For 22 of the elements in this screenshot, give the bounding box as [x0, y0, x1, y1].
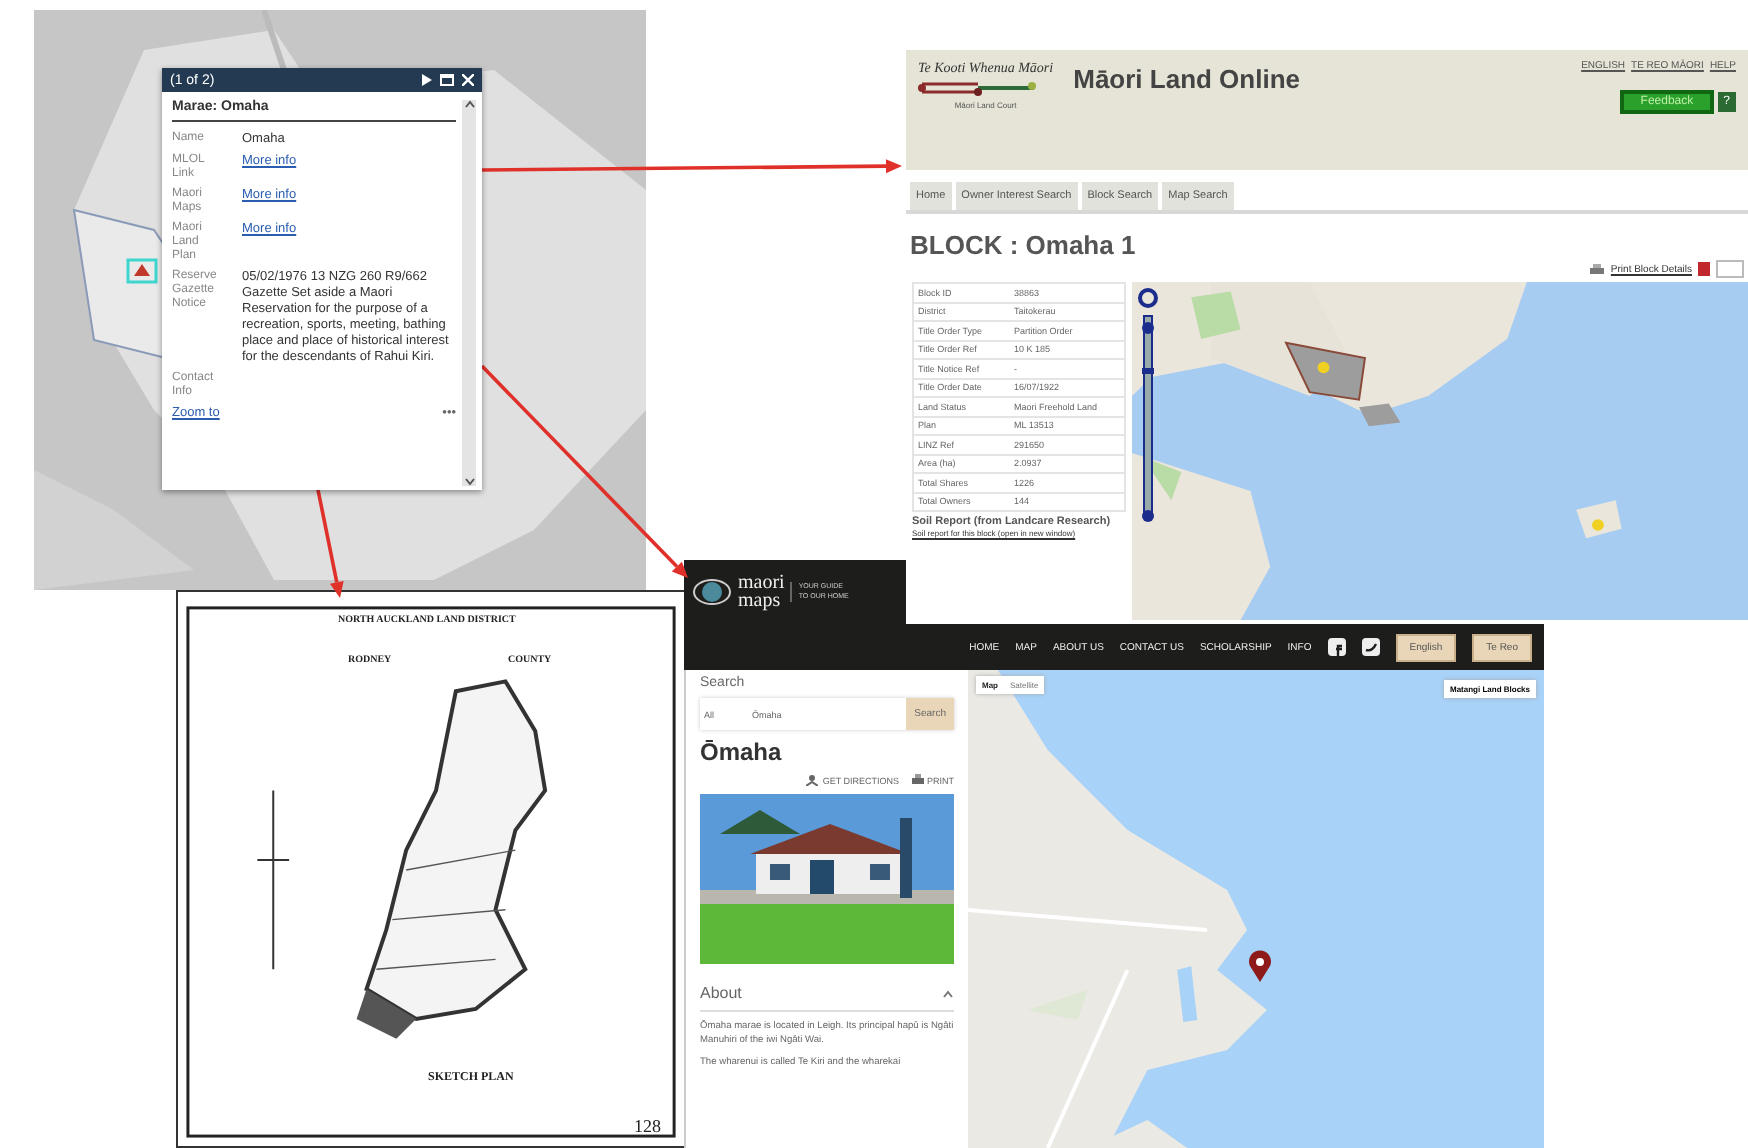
logo-text: maori [738, 574, 785, 592]
block-heading: BLOCK : Omaha 1 [910, 230, 1138, 260]
facebook-icon[interactable] [1327, 638, 1346, 656]
printer-icon [911, 774, 923, 786]
close-icon[interactable] [462, 74, 474, 86]
logo-text: maps [738, 592, 783, 610]
chevron-up-icon[interactable] [463, 100, 475, 108]
collapse-icon[interactable] [942, 989, 954, 997]
printer-icon [1590, 263, 1605, 275]
place-heading: Ōmaha [700, 738, 784, 766]
about-heading: About [700, 984, 742, 1002]
maximize-icon[interactable] [440, 74, 454, 86]
logo-lines-icon [918, 78, 1038, 98]
chevron-down-icon[interactable] [463, 478, 475, 486]
format-field[interactable] [1716, 260, 1744, 278]
zoom-control-icon[interactable] [1138, 288, 1158, 528]
person-icon [806, 774, 819, 786]
site-title: Māori Land Online [1073, 64, 1301, 98]
page-number: 128 [634, 1116, 661, 1136]
scrollbar[interactable] [462, 100, 476, 486]
play-icon[interactable] [422, 74, 432, 86]
map-pin-icon[interactable] [1248, 950, 1272, 982]
